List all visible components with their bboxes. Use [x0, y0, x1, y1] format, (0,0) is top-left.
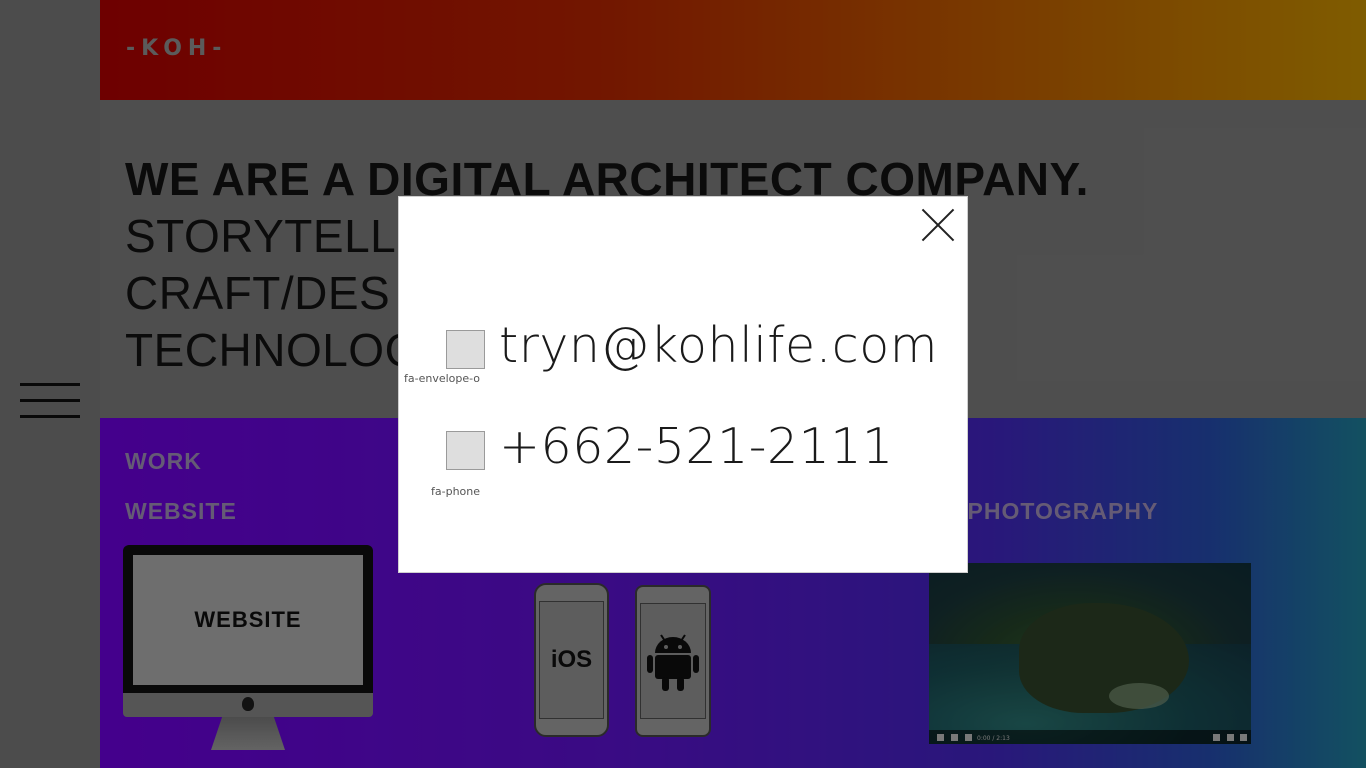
envelope-icon-label: fa-envelope-o [404, 372, 481, 385]
phone-icon-label: fa-phone [431, 485, 481, 498]
envelope-icon [446, 330, 485, 369]
close-icon[interactable] [922, 209, 954, 241]
contact-modal: fa-envelope-o tryn@kohlife.com fa-phone … [398, 196, 968, 573]
contact-email-link[interactable]: tryn@kohlife.com [499, 317, 938, 374]
phone-icon [446, 431, 485, 470]
contact-phone-link[interactable]: +662-521-2111 [499, 418, 894, 475]
